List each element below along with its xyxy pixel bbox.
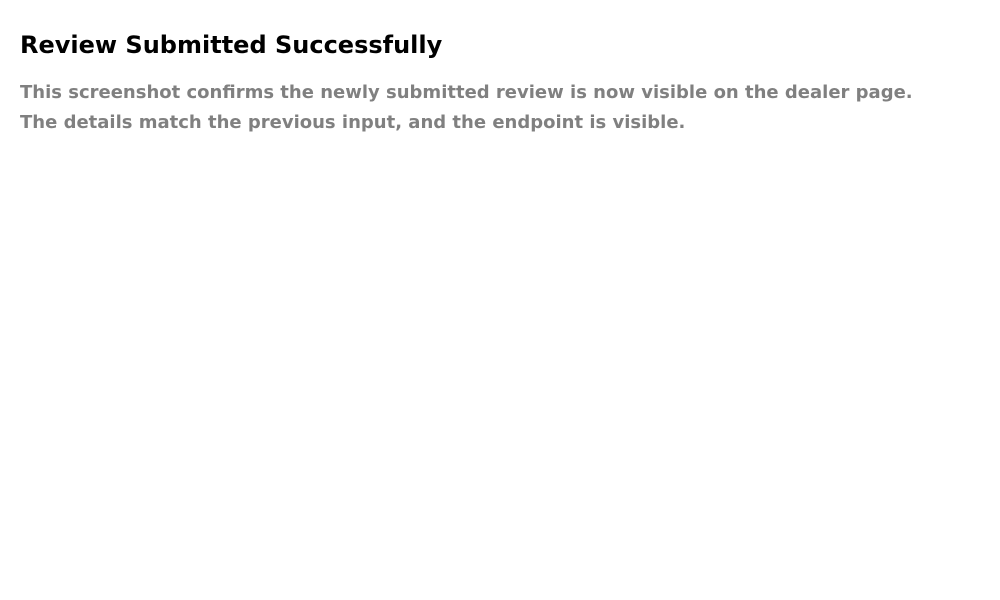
confirmation-message-line-2: The details match the previous input, an…	[20, 112, 686, 133]
page-title: Review Submitted Successfully	[20, 31, 443, 59]
confirmation-message: This screenshot confirms the newly submi…	[20, 78, 913, 138]
confirmation-message-line-1: This screenshot confirms the newly submi…	[20, 82, 913, 103]
confirmation-page: Review Submitted Successfully This scree…	[0, 0, 1000, 600]
